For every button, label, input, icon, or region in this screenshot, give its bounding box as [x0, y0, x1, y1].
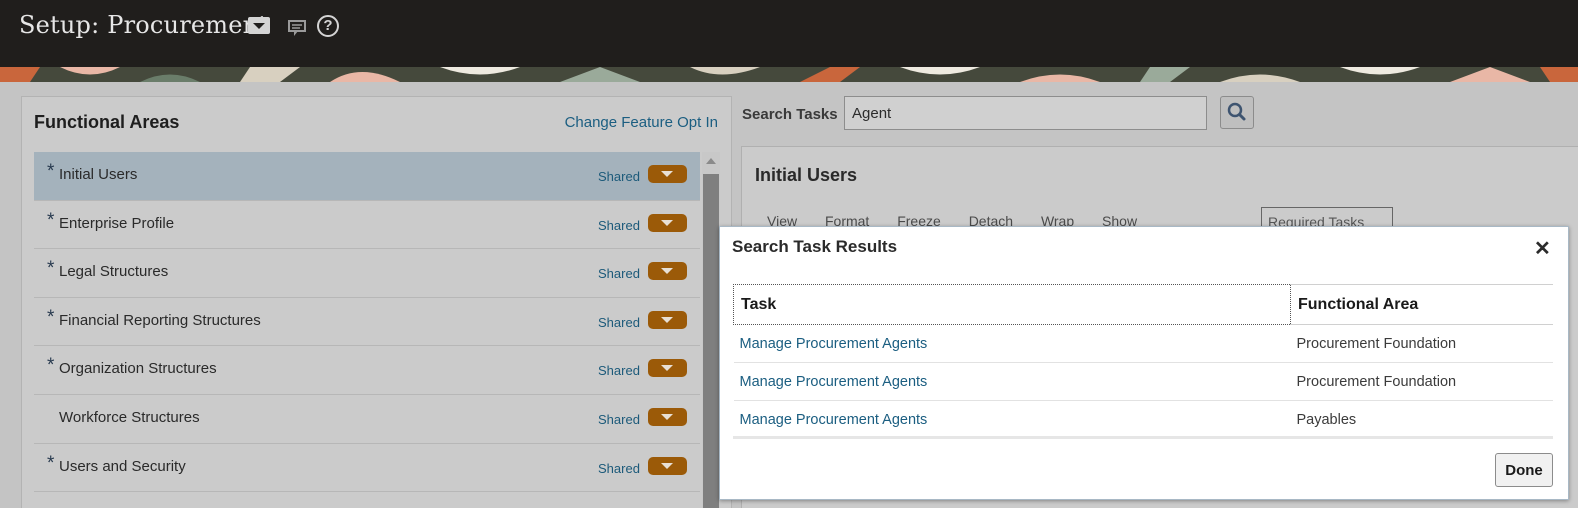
functional-area-label[interactable]: Organization Structures — [59, 360, 217, 377]
search-task-results-dialog: Search Task Results ✕ Task Functional Ar… — [719, 226, 1569, 500]
functional-area-label[interactable]: Users and Security — [59, 458, 186, 475]
search-icon — [1227, 102, 1246, 121]
row-actions-dropdown-icon[interactable] — [648, 262, 687, 281]
dialog-title: Search Task Results — [732, 237, 898, 256]
shared-label: Shared — [598, 363, 640, 379]
row-actions-dropdown-icon[interactable] — [648, 456, 687, 475]
functional-area-label[interactable]: Legal Structures — [59, 263, 168, 280]
done-button[interactable]: Done — [1495, 453, 1553, 487]
functional-area-row[interactable]: * Initial Users Shared — [34, 152, 700, 201]
required-marker: * — [47, 355, 55, 377]
functional-area-cell: Payables — [1290, 400, 1553, 439]
shared-label: Shared — [598, 460, 640, 476]
top-header: Setup: Procurement ? — [0, 0, 1578, 67]
task-cell: Manage Procurement Agents — [733, 362, 1291, 401]
functional-area-label[interactable]: Initial Users — [59, 166, 137, 183]
functional-area-row[interactable]: * Organization Structures Shared — [34, 346, 700, 395]
close-icon[interactable]: ✕ — [1534, 236, 1551, 261]
table-row[interactable]: Manage Procurement Agents Procurement Fo… — [733, 324, 1553, 363]
functional-areas-title: Functional Areas — [34, 112, 180, 132]
search-tasks-input[interactable] — [844, 96, 1207, 130]
required-marker: * — [47, 209, 55, 231]
functional-area-cell: Procurement Foundation — [1290, 324, 1553, 363]
page-title: Setup: Procurement — [19, 11, 269, 39]
functional-area-label[interactable]: Workforce Structures — [59, 409, 200, 426]
task-link[interactable]: Manage Procurement Agents — [740, 412, 928, 428]
results-table: Task Functional Area Manage Procurement … — [733, 284, 1553, 439]
functional-areas-panel: Functional Areas Change Feature Opt In *… — [21, 96, 732, 508]
shared-label: Shared — [598, 411, 640, 427]
table-row[interactable]: Manage Procurement Agents Payables — [733, 400, 1553, 439]
functional-area-row[interactable]: Workforce Structures Shared — [34, 395, 700, 444]
row-actions-dropdown-icon[interactable] — [648, 407, 687, 426]
required-marker: * — [47, 452, 55, 474]
scroll-up-arrow-icon[interactable] — [706, 158, 716, 164]
search-button[interactable] — [1220, 96, 1254, 129]
task-cell: Manage Procurement Agents — [733, 324, 1291, 363]
column-header-functional-area[interactable]: Functional Area — [1290, 284, 1553, 325]
shared-label: Shared — [598, 266, 640, 282]
row-actions-dropdown-icon[interactable] — [648, 310, 687, 329]
functional-area-row[interactable]: * Legal Structures Shared — [34, 249, 700, 298]
functional-areas-list: * Initial Users Shared * Enterprise Prof… — [34, 152, 700, 493]
scroll-thumb[interactable] — [703, 174, 719, 508]
search-tasks-label: Search Tasks — [742, 106, 838, 123]
task-link[interactable]: Manage Procurement Agents — [740, 336, 928, 352]
shared-label: Shared — [598, 217, 640, 233]
required-marker: * — [47, 306, 55, 328]
shared-label: Shared — [598, 314, 640, 330]
functional-area-label[interactable]: Enterprise Profile — [59, 215, 174, 232]
dropdown-menu-icon[interactable] — [248, 17, 270, 34]
row-actions-dropdown-icon[interactable] — [648, 213, 687, 232]
column-header-task[interactable]: Task — [733, 284, 1291, 325]
task-link[interactable]: Manage Procurement Agents — [740, 374, 928, 390]
change-feature-opt-in-link[interactable]: Change Feature Opt In — [565, 114, 718, 131]
help-icon[interactable]: ? — [317, 15, 339, 37]
table-row[interactable]: Manage Procurement Agents Procurement Fo… — [733, 362, 1553, 401]
functional-area-label[interactable]: Financial Reporting Structures — [59, 312, 261, 329]
required-marker: * — [47, 258, 55, 280]
list-scrollbar[interactable] — [702, 152, 720, 508]
table-header-row: Task Functional Area — [733, 284, 1553, 325]
row-actions-dropdown-icon[interactable] — [648, 359, 687, 378]
initial-users-title: Initial Users — [755, 165, 858, 185]
functional-area-row[interactable]: * Enterprise Profile Shared — [34, 201, 700, 250]
functional-area-cell: Procurement Foundation — [1290, 362, 1553, 401]
row-actions-dropdown-icon[interactable] — [648, 165, 687, 183]
task-cell: Manage Procurement Agents — [733, 400, 1291, 439]
chat-icon[interactable] — [288, 18, 308, 38]
table-footer-divider — [733, 435, 1553, 439]
decorative-banner — [0, 67, 1578, 82]
functional-area-row[interactable]: * Financial Reporting Structures Shared — [34, 298, 700, 347]
shared-label: Shared — [598, 169, 640, 184]
required-marker: * — [47, 161, 55, 182]
functional-area-row[interactable]: * Users and Security Shared — [34, 444, 700, 493]
